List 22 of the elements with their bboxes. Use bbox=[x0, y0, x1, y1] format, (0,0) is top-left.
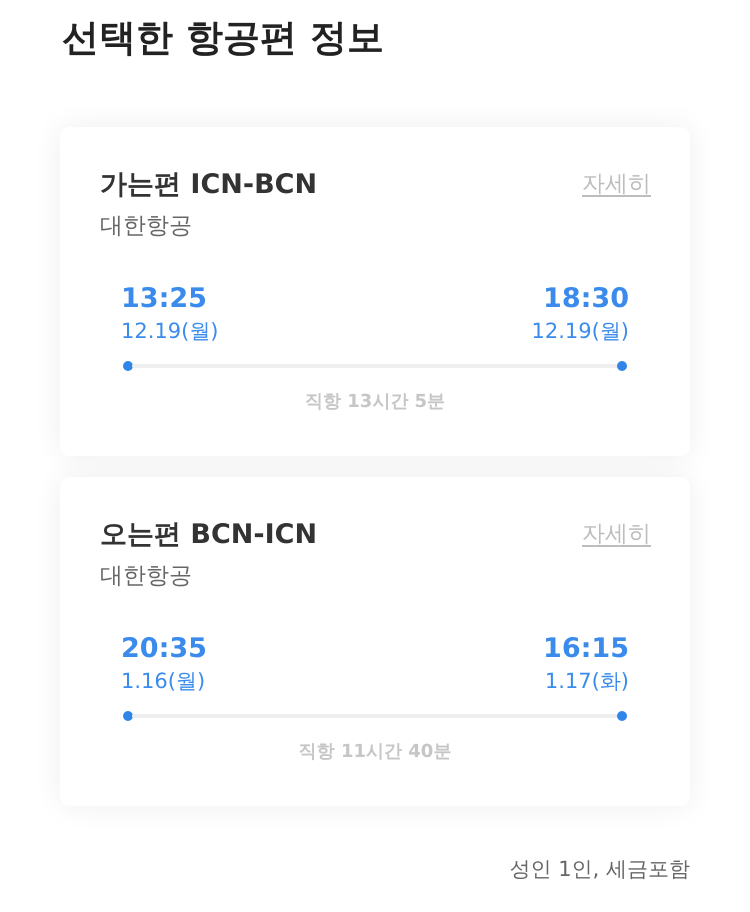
flight-heading: 오는편 BCN-ICN bbox=[100, 518, 318, 552]
departure-time: 20:35 bbox=[121, 632, 207, 666]
arrival-date: 1.17(화) bbox=[544, 668, 629, 695]
departure-date: 12.19(월) bbox=[121, 318, 219, 345]
airline-name: 대한항공 bbox=[100, 562, 193, 591]
departure-dot-icon bbox=[123, 361, 133, 371]
details-link[interactable]: 자세히 bbox=[582, 517, 651, 551]
price-note: 성인 1인, 세금포함 bbox=[510, 856, 690, 883]
departure-dot-icon bbox=[123, 711, 133, 721]
arrival-dot-icon bbox=[617, 711, 627, 721]
page-title: 선택한 항공편 정보 bbox=[62, 15, 385, 61]
arrival-time: 16:15 bbox=[543, 632, 629, 666]
arrival-date: 12.19(월) bbox=[531, 318, 629, 345]
flight-heading: 가는편 ICN-BCN bbox=[100, 168, 318, 202]
arrival-dot-icon bbox=[617, 361, 627, 371]
flight-duration: 직항 11시간 40분 bbox=[298, 740, 452, 764]
details-link[interactable]: 자세히 bbox=[582, 167, 651, 201]
arrival-time: 18:30 bbox=[542, 282, 629, 316]
flight-duration: 직항 13시간 5분 bbox=[304, 390, 446, 414]
airline-name: 대한항공 bbox=[100, 212, 193, 241]
departure-time: 13:25 bbox=[121, 282, 208, 316]
departure-date: 1.16(월) bbox=[121, 668, 206, 695]
